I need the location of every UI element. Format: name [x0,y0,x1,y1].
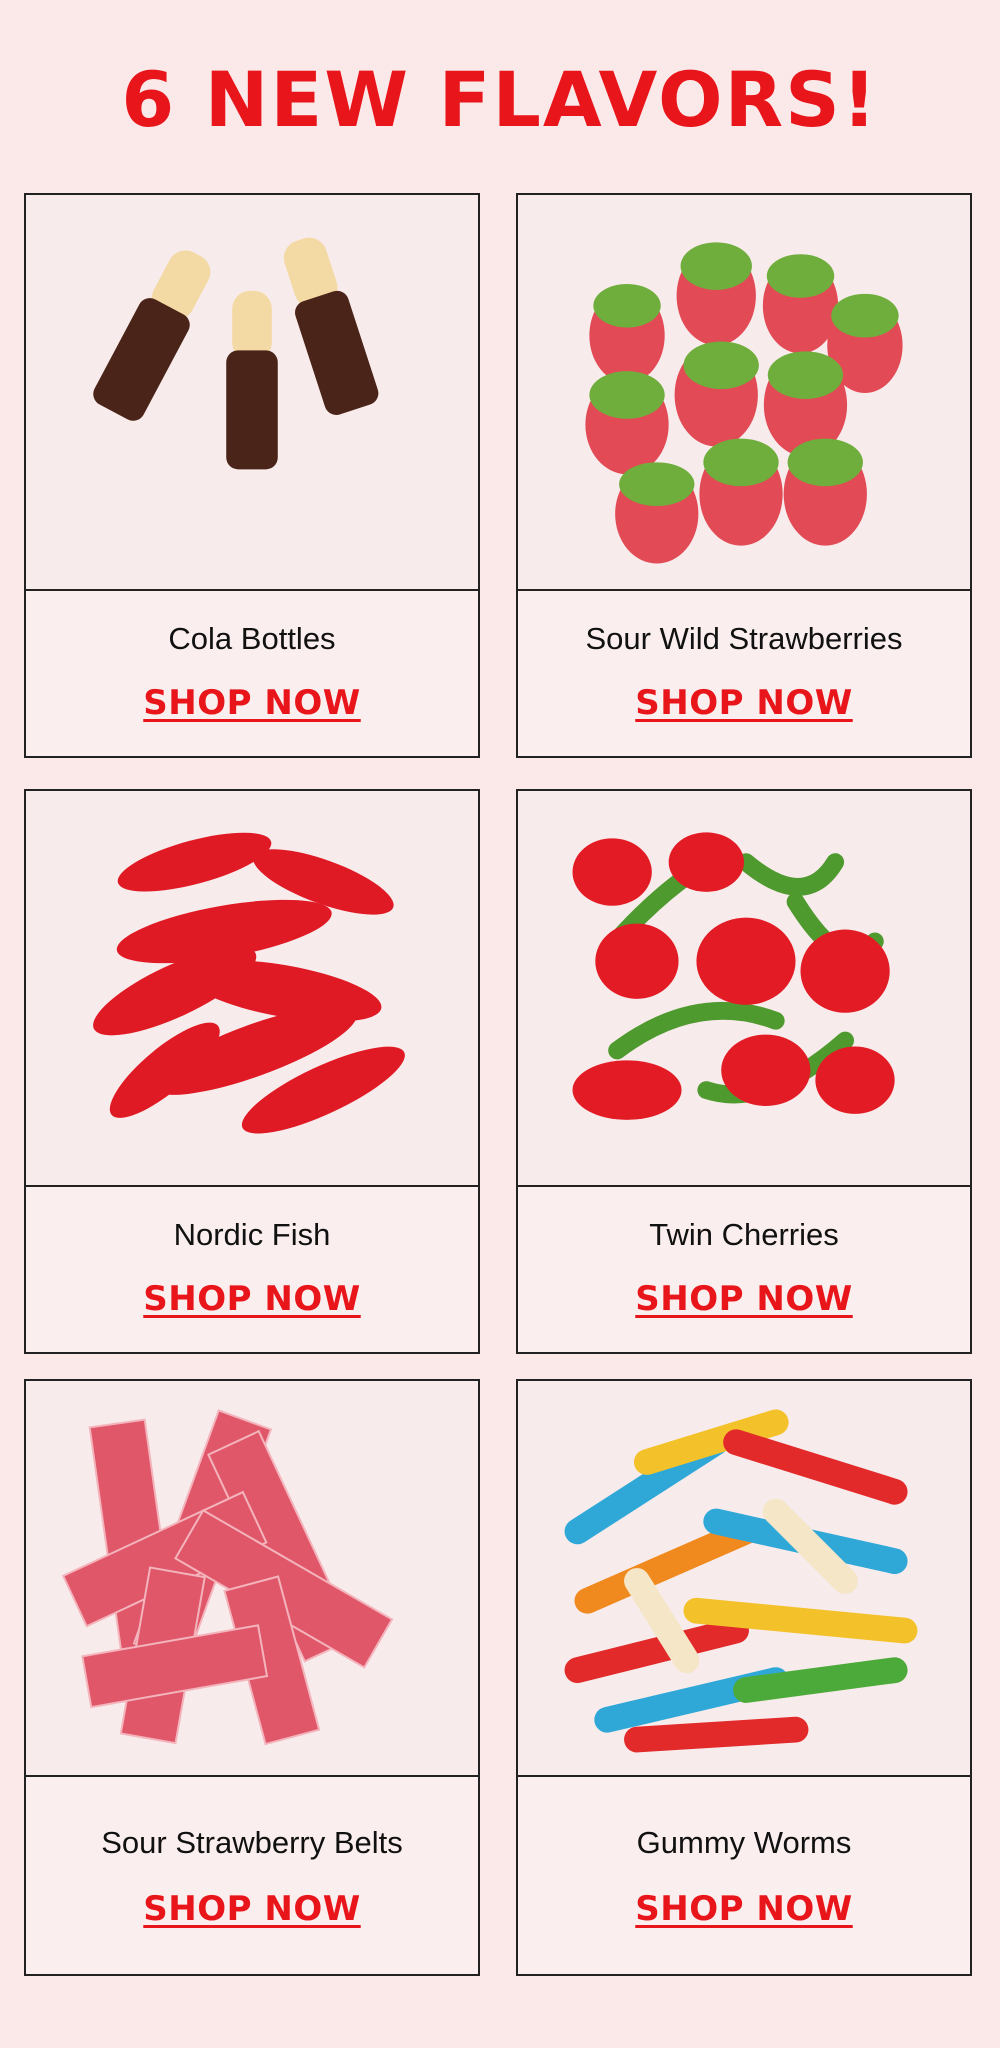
product-name: Twin Cherries [649,1217,839,1252]
newsletter-page: 6 NEW FLAVORS! Cola Bottles SHOP NOW Sou… [0,0,1000,2048]
twin-cherries-image[interactable] [518,791,970,1187]
product-name: Nordic Fish [173,1217,331,1252]
sour-strawberries-image[interactable] [518,195,970,591]
product-name: Sour Wild Strawberries [585,621,903,656]
product-card-gummy-worms[interactable]: Gummy Worms SHOP NOW [516,1379,972,1976]
product-card-cola-bottles[interactable]: Cola Bottles SHOP NOW [24,193,480,758]
strawberry-belts-image[interactable] [26,1381,478,1777]
gummy-worms-image[interactable] [518,1381,970,1777]
product-name: Gummy Worms [636,1825,852,1860]
product-card-sour-strawberry-belts[interactable]: Sour Strawberry Belts SHOP NOW [24,1379,480,1976]
product-name: Sour Strawberry Belts [101,1825,403,1860]
shop-now-link[interactable]: SHOP NOW [26,683,478,723]
product-card-sour-wild-strawberries[interactable]: Sour Wild Strawberries SHOP NOW [516,193,972,758]
shop-now-link[interactable]: SHOP NOW [518,1889,970,1929]
cola-bottles-image[interactable] [26,195,478,591]
product-card-twin-cherries[interactable]: Twin Cherries SHOP NOW [516,789,972,1354]
nordic-fish-image[interactable] [26,791,478,1187]
product-name: Cola Bottles [168,621,336,656]
page-title: 6 NEW FLAVORS! [121,55,879,144]
shop-now-link[interactable]: SHOP NOW [518,1279,970,1319]
shop-now-link[interactable]: SHOP NOW [26,1279,478,1319]
shop-now-link[interactable]: SHOP NOW [518,683,970,723]
shop-now-link[interactable]: SHOP NOW [26,1889,478,1929]
product-card-nordic-fish[interactable]: Nordic Fish SHOP NOW [24,789,480,1354]
